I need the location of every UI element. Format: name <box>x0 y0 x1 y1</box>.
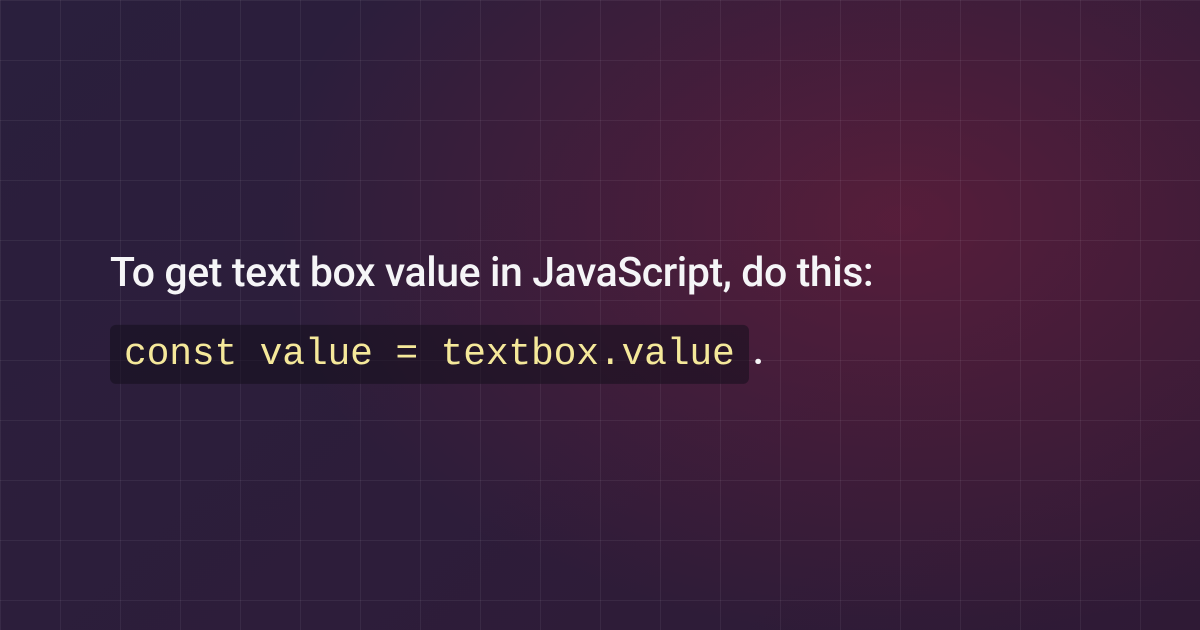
code-snippet: const value = textbox.value <box>110 325 749 384</box>
trailing-period: . <box>753 327 764 375</box>
content-block: To get text box value in JavaScript, do … <box>0 246 1200 384</box>
heading-text: To get text box value in JavaScript, do … <box>110 246 1090 301</box>
code-line: const value = textbox.value . <box>110 325 1090 384</box>
